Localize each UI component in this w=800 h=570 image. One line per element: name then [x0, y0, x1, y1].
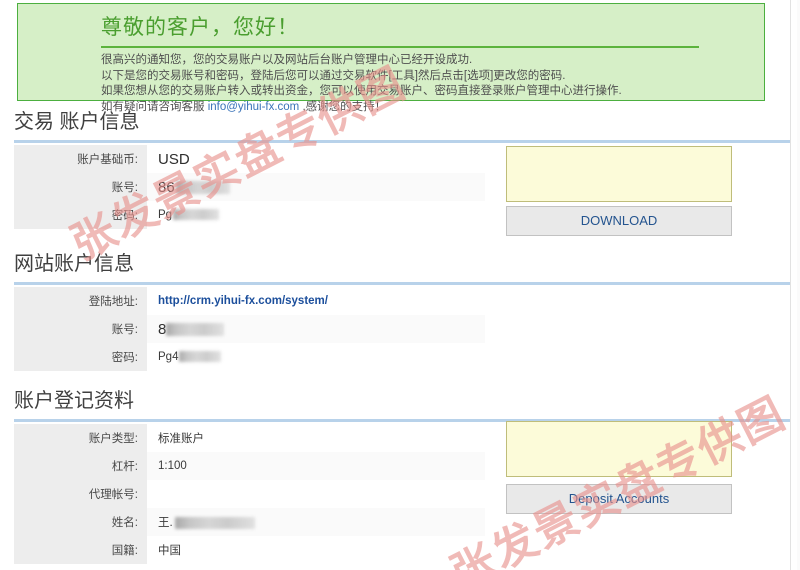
registration-table: 账户类型: 标准账户 杠杆: 1:100 代理帐号: 姓名: 王. 国籍: 中国 [14, 424, 485, 564]
login-url-link[interactable]: http://crm.yihui-fx.com/system/ [158, 295, 328, 307]
greeting-body: 很高兴的通知您，您的交易账户以及网站后台账户管理中心已经开设成功. 以下是您的交… [101, 53, 764, 115]
table-row: 国籍: 中国 [14, 536, 485, 564]
section-rule-trading [14, 140, 790, 143]
table-row: 姓名: 王. [14, 508, 485, 536]
table-row: 登陆地址: http://crm.yihui-fx.com/system/ [14, 287, 485, 315]
page-root: 尊敬的客户，您好！ 很高兴的通知您，您的交易账户以及网站后台账户管理中心已经开设… [0, 0, 800, 570]
row-label: 登陆地址: [14, 287, 147, 315]
row-label: 杠杆: [14, 452, 147, 480]
row-value-text: 86 [158, 178, 175, 196]
row-value: 王. [147, 508, 485, 536]
row-label: 代理帐号: [14, 480, 147, 508]
trading-note-box [506, 146, 732, 202]
row-label: 国籍: [14, 536, 147, 564]
table-row: 密码: Pg [14, 201, 485, 229]
redacted-block [166, 323, 225, 337]
table-row: 账号: 8 [14, 315, 485, 343]
row-label: 账号: [14, 173, 147, 201]
table-row: 账户基础币: USD [14, 145, 485, 173]
row-label: 账号: [14, 315, 147, 343]
table-row: 杠杆: 1:100 [14, 452, 485, 480]
section-title-website: 网站账户信息 [14, 253, 134, 275]
row-label: 密码: [14, 343, 147, 371]
row-label: 姓名: [14, 508, 147, 536]
section-title-registration: 账户登记资料 [14, 390, 134, 412]
deposit-note-box [506, 421, 732, 477]
section-rule-website [14, 282, 790, 285]
deposit-accounts-button[interactable]: Deposit Accounts [506, 484, 732, 514]
greeting-panel: 尊敬的客户，您好！ 很高兴的通知您，您的交易账户以及网站后台账户管理中心已经开设… [17, 3, 765, 113]
row-value-text: Pg4 [158, 351, 179, 363]
row-value: Pg [147, 201, 485, 229]
greeting-line-1: 很高兴的通知您，您的交易账户以及网站后台账户管理中心已经开设成功. [101, 54, 473, 66]
table-row: 密码: Pg4 [14, 343, 485, 371]
greeting-support-line: 如有疑问请咨询客服 info@yihui-fx.com ,感谢您的支持！ [101, 100, 764, 116]
row-value: 1:100 [147, 452, 485, 480]
row-value [147, 480, 485, 508]
section-title-trading: 交易 账户信息 [14, 111, 140, 133]
row-label: 账户基础币: [14, 145, 147, 173]
redacted-block [175, 181, 230, 195]
row-value: 标准账户 [147, 424, 485, 452]
support-email-link[interactable]: info@yihui-fx.com [208, 101, 300, 113]
row-value: 中国 [147, 536, 485, 564]
table-row: 账户类型: 标准账户 [14, 424, 485, 452]
redacted-block [179, 351, 222, 363]
greeting-divider [101, 46, 699, 48]
redacted-block [174, 516, 255, 529]
row-value-text: 王. [158, 517, 173, 529]
row-value: 86 [147, 173, 485, 201]
row-label: 账户类型: [14, 424, 147, 452]
row-value: Pg4 [147, 343, 485, 371]
table-row: 账号: 86 [14, 173, 485, 201]
greeting-title: 尊敬的客户，您好！ [101, 16, 299, 39]
table-row: 代理帐号: [14, 480, 485, 508]
greeting-line-3: 如果您想从您的交易账户转入或转出资金，您可以使用交易账户、密码直接登录账户管理中… [101, 85, 622, 97]
website-account-table: 登陆地址: http://crm.yihui-fx.com/system/ 账号… [14, 287, 485, 371]
page-right-edge [790, 0, 791, 570]
row-value: http://crm.yihui-fx.com/system/ [147, 287, 485, 315]
row-value-text: Pg [158, 209, 173, 221]
row-value: 8 [147, 315, 485, 343]
row-value-text: 8 [158, 320, 167, 338]
row-value: USD [147, 145, 485, 173]
trading-account-table: 账户基础币: USD 账号: 86 密码: Pg [14, 145, 485, 229]
greeting-line-2: 以下是您的交易账号和密码，登陆后您可以通过交易软件[工具]然后点击[选项]更改您… [101, 69, 566, 82]
row-label: 密码: [14, 201, 147, 229]
support-suffix: ,感谢您的支持！ [299, 100, 387, 113]
download-button[interactable]: DOWNLOAD [506, 206, 732, 236]
redacted-block [173, 209, 220, 221]
